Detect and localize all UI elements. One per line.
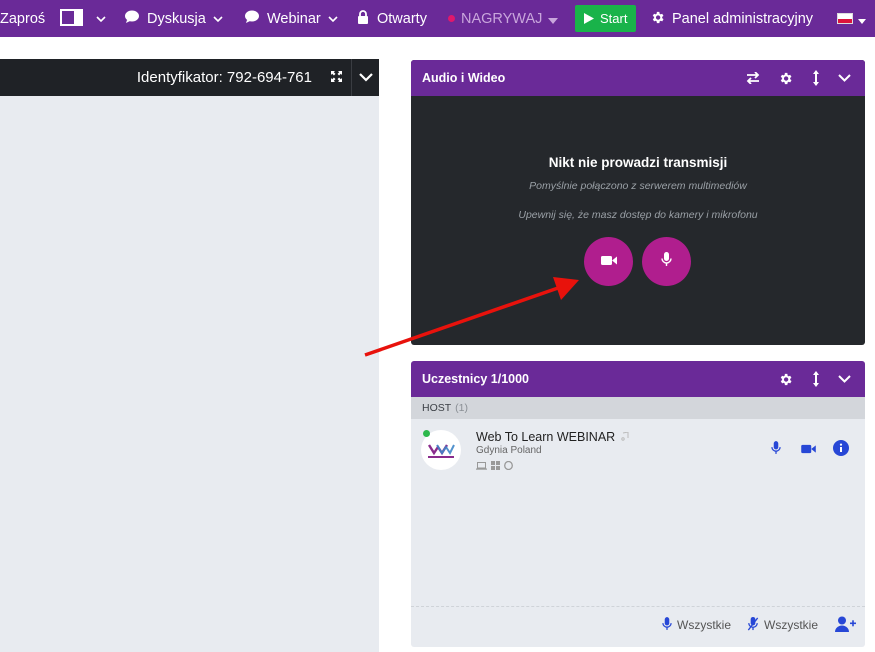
vertical-resize-icon[interactable] <box>807 370 825 388</box>
video-camera-icon <box>600 253 617 271</box>
presentation-header: Identyfikator: 792-694-761 <box>0 59 379 96</box>
open-label: Otwarty <box>377 10 427 27</box>
host-count: (1) <box>455 402 469 414</box>
panel-title: Uczestnicy 1/1000 <box>422 372 530 386</box>
no-broadcast-message: Nikt nie prowadzi transmisji <box>548 155 728 170</box>
webinar-label: Webinar <box>267 10 321 27</box>
participants-header: Uczestnicy 1/1000 <box>411 361 865 397</box>
participant-info-button[interactable] <box>832 439 850 461</box>
laptop-icon <box>476 457 487 475</box>
unmute-all-button[interactable]: Wszystkie <box>662 616 731 634</box>
microphone-off-icon <box>747 616 759 634</box>
presentation-area: Identyfikator: 792-694-761 <box>0 59 379 652</box>
chevron-down-icon <box>358 69 373 87</box>
gear-icon <box>650 10 665 28</box>
chevron-down-icon <box>213 11 223 27</box>
vertical-resize-icon[interactable] <box>807 69 825 87</box>
language-selector[interactable] <box>837 0 866 37</box>
collapse-button[interactable] <box>352 59 379 96</box>
layout-button[interactable] <box>60 0 83 37</box>
video-camera-icon <box>800 441 816 459</box>
layout-icon <box>60 8 83 29</box>
chat-bubble-icon <box>244 10 260 27</box>
audio-video-panel: Audio i Wideo Nikt nie prowadzi transmis… <box>411 60 865 345</box>
chevron-down-icon[interactable] <box>835 69 853 87</box>
connection-status-text: Pomyślnie połączono z serwerem multimedi… <box>529 180 747 192</box>
invite-label: Zaproś <box>0 10 46 27</box>
swap-icon[interactable] <box>744 69 762 87</box>
admin-panel-label: Panel administracyjny <box>672 10 814 27</box>
play-icon <box>584 11 594 27</box>
participant-name: Web To Learn WEBINAR <box>476 430 629 444</box>
webinar-button[interactable]: Webinar <box>244 0 338 37</box>
participant-devices <box>476 457 513 475</box>
mute-all-button[interactable]: Wszystkie <box>747 616 818 634</box>
music-note-icon <box>620 431 629 441</box>
audio-video-header: Audio i Wideo <box>411 60 865 96</box>
discussion-button[interactable]: Dyskusja <box>124 0 223 37</box>
audio-video-body: Nikt nie prowadzi transmisji Pomyślnie p… <box>411 96 865 345</box>
fullscreen-button[interactable] <box>328 70 344 86</box>
start-label: Start <box>600 11 628 26</box>
device-access-hint: Upewnij się, że masz dostęp do kamery i … <box>518 209 758 221</box>
start-button[interactable]: Start <box>575 5 637 32</box>
host-label: HOST <box>422 402 452 414</box>
opera-browser-icon <box>504 457 513 475</box>
participant-camera-button[interactable] <box>799 441 817 459</box>
participants-panel: Uczestnicy 1/1000 HOST (1) Web To Learn … <box>411 361 865 647</box>
participant-location: Gdynia Poland <box>476 445 542 456</box>
microphone-icon <box>771 440 781 460</box>
discussion-label: Dyskusja <box>147 10 206 27</box>
info-icon <box>833 439 849 461</box>
record-label: NAGRYWAJ <box>461 10 543 27</box>
online-status-dot <box>423 430 430 437</box>
chat-bubble-icon <box>124 10 140 27</box>
gear-icon[interactable] <box>776 370 794 388</box>
poland-flag-icon <box>837 13 853 24</box>
layout-dropdown[interactable] <box>96 0 106 37</box>
windows-icon <box>491 457 500 475</box>
top-navigation-bar: Zaproś Dyskusja Webinar Otwarty NAGRYWAJ… <box>0 0 875 37</box>
chevron-down-icon <box>328 11 338 27</box>
admin-panel-button[interactable]: Panel administracyjny <box>650 0 813 37</box>
panel-title: Audio i Wideo <box>422 71 506 85</box>
invite-button[interactable]: Zaproś <box>0 0 45 37</box>
start-microphone-button[interactable] <box>642 237 691 286</box>
add-user-icon <box>835 616 856 635</box>
participant-microphone-button[interactable] <box>767 440 785 460</box>
start-camera-button[interactable] <box>584 237 633 286</box>
expand-icon <box>330 69 342 87</box>
add-user-button[interactable] <box>835 616 856 634</box>
microphone-icon <box>662 616 672 634</box>
record-button[interactable]: NAGRYWAJ <box>448 0 559 37</box>
caret-down-icon <box>858 11 866 27</box>
record-dot-icon <box>448 15 455 22</box>
unmute-all-label: Wszystkie <box>677 618 731 632</box>
room-id-label: Identyfikator: 792-694-761 <box>136 69 312 86</box>
chevron-down-icon <box>96 11 106 27</box>
gear-icon[interactable] <box>776 69 794 87</box>
microphone-icon <box>661 251 672 272</box>
footer-divider <box>411 606 865 607</box>
caret-down-icon <box>548 11 559 27</box>
host-group-header: HOST (1) <box>411 397 865 419</box>
chevron-down-icon[interactable] <box>835 370 853 388</box>
room-lock-button[interactable]: Otwarty <box>357 0 427 37</box>
mute-all-label: Wszystkie <box>764 618 818 632</box>
lock-icon <box>357 10 369 27</box>
